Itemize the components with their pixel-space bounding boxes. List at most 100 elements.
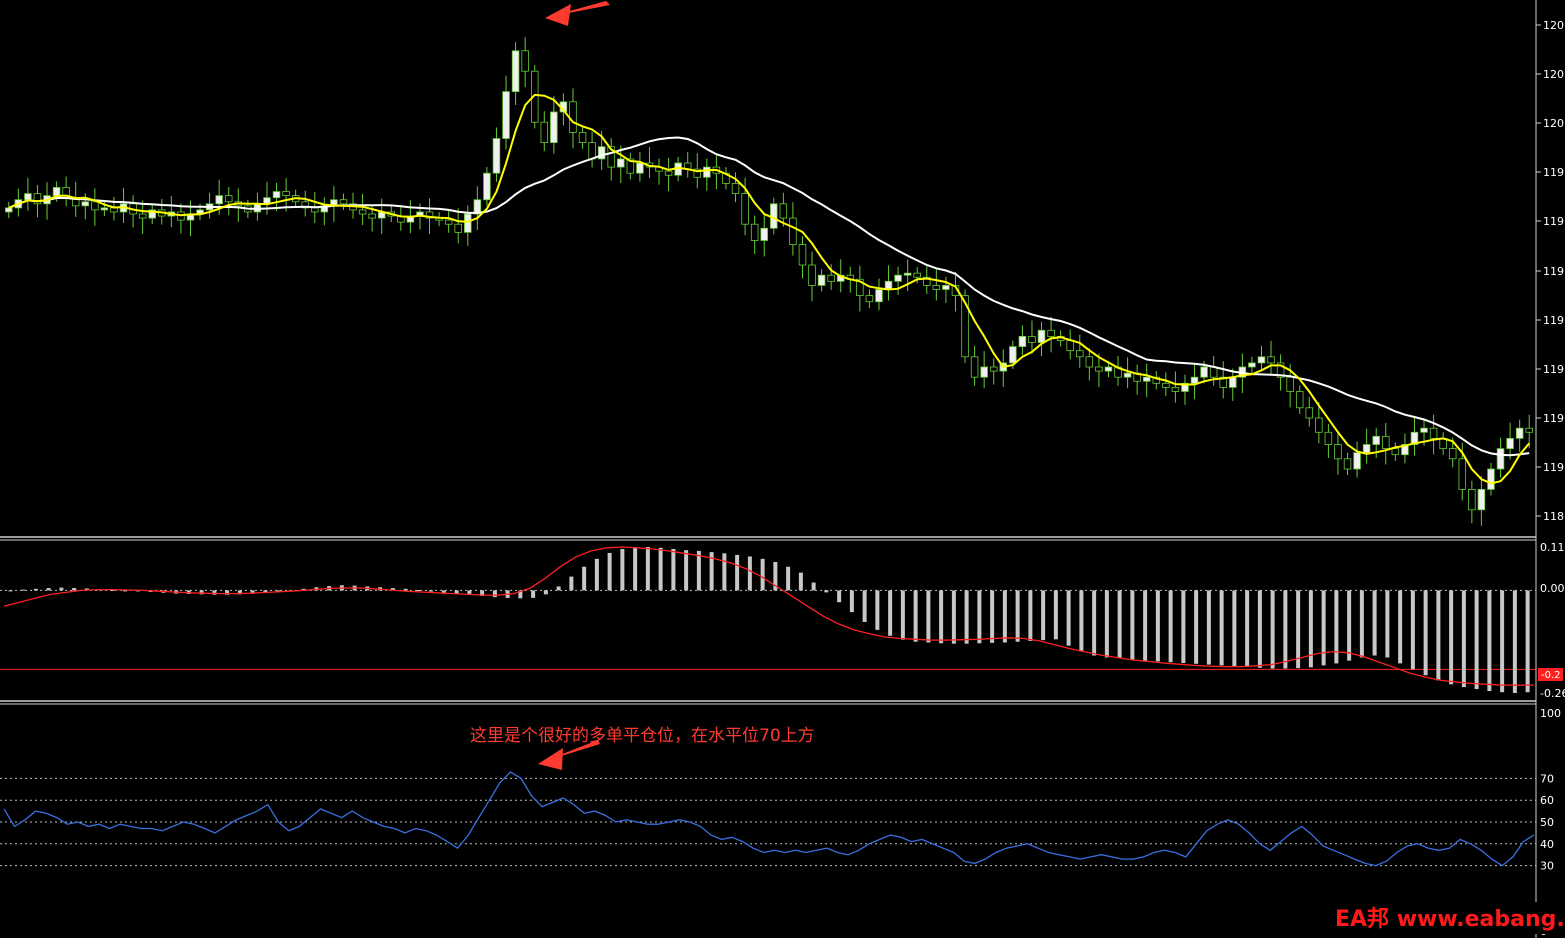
macd-bar — [416, 590, 421, 592]
candle-body — [550, 111, 558, 144]
macd-bar — [1347, 590, 1352, 661]
candle-body — [1458, 458, 1467, 490]
macd-bar — [1385, 590, 1390, 658]
macd-bar — [1219, 590, 1224, 666]
macd-bar — [913, 590, 918, 642]
price-axis-label: 119 — [1543, 166, 1564, 179]
macd-bar — [658, 547, 663, 591]
price-axis-label: 120 — [1543, 19, 1564, 32]
candle-body — [789, 217, 797, 246]
candle-body — [1085, 356, 1094, 368]
macd-bar — [543, 590, 548, 595]
macd-bar — [1041, 590, 1046, 641]
macd-bar — [760, 558, 765, 591]
macd-bar — [1066, 590, 1071, 646]
macd-bar — [620, 548, 625, 591]
macd-bar — [849, 590, 854, 613]
candle-body — [1305, 407, 1314, 419]
macd-bar — [671, 548, 676, 591]
macd-bar — [492, 590, 497, 598]
candle-body — [1248, 362, 1256, 368]
macd-bar — [811, 582, 816, 591]
macd-bar — [900, 590, 905, 640]
candle-body — [1334, 444, 1342, 460]
macd-bar — [1257, 590, 1262, 668]
candle-body — [1171, 386, 1180, 392]
candle-body — [569, 101, 577, 133]
candle-body — [1343, 458, 1352, 470]
price-axis-label: 119 — [1543, 461, 1564, 474]
candle-body — [81, 201, 90, 207]
candle-body — [1324, 431, 1333, 445]
trading-chart: 120 120 120 119 119 119 119 119 119 119 118 0.11 0.… — [0, 0, 1565, 938]
candle-body — [1487, 468, 1495, 490]
candle-body — [1229, 376, 1237, 388]
macd-bar — [1130, 590, 1135, 660]
candle-body — [1267, 356, 1275, 364]
candle-body — [444, 219, 453, 225]
candle-body — [1104, 366, 1113, 372]
candle-body — [865, 295, 874, 303]
candle-body — [1257, 356, 1266, 364]
candle-body — [808, 264, 816, 286]
macd-bar — [1079, 590, 1084, 652]
macd-bar — [633, 547, 638, 591]
candle-body — [1315, 417, 1323, 433]
macd-bar — [977, 590, 982, 644]
macd-bar — [939, 590, 944, 644]
macd-bar — [72, 588, 77, 591]
candle-body — [502, 91, 510, 139]
candle-body — [1018, 335, 1027, 347]
macd-bar — [1206, 590, 1211, 665]
macd-bar — [1423, 590, 1428, 676]
candle-body — [578, 131, 587, 143]
macd-bar — [1512, 590, 1517, 693]
candle-body — [1123, 372, 1132, 378]
candle-body — [1391, 448, 1400, 456]
macd-bar — [1015, 590, 1020, 642]
candle-body — [138, 213, 147, 219]
candle-body — [1009, 346, 1017, 364]
candle-body — [311, 207, 319, 213]
osc-axis-label: 70 — [1540, 772, 1554, 785]
candle-body — [91, 201, 99, 211]
candle-body — [1515, 427, 1524, 439]
macd-bar — [594, 558, 599, 591]
candle-body — [52, 187, 61, 197]
candle-body — [1372, 435, 1380, 445]
candle-body — [741, 193, 749, 225]
candle-body — [282, 191, 290, 197]
macd-bar — [1449, 590, 1454, 685]
candle-body — [875, 289, 883, 303]
macd-bar — [1474, 590, 1479, 690]
macd-bar — [1232, 590, 1237, 667]
macd-bar — [875, 590, 880, 630]
price-axis-label: 119 — [1543, 215, 1564, 228]
candle-body — [1047, 329, 1055, 337]
osc-axis-label: 30 — [1540, 860, 1554, 873]
candle-body — [703, 166, 711, 178]
candle-body — [1066, 340, 1074, 352]
macd-bar — [556, 586, 561, 591]
macd-bar — [1194, 590, 1199, 664]
candle-body — [779, 203, 788, 219]
macd-bar — [1525, 590, 1530, 693]
macd-bar — [990, 590, 995, 643]
candle-body — [464, 213, 472, 233]
macd-bar — [747, 556, 752, 591]
candle-body — [731, 182, 740, 194]
candle-body — [521, 50, 529, 72]
candle-body — [1076, 350, 1084, 358]
candle-body — [1295, 391, 1304, 409]
candle-body — [224, 195, 233, 203]
candle-body — [1468, 488, 1476, 511]
candle-body — [913, 272, 921, 278]
candle-body — [215, 195, 223, 205]
price-axis-label: 120 — [1543, 68, 1564, 81]
candle-body — [1190, 376, 1199, 384]
macd-bar — [1410, 590, 1415, 670]
macd-bar — [645, 547, 650, 591]
candle-body — [798, 244, 807, 266]
macd-bar — [1181, 590, 1186, 664]
osc-axis-label: 100 — [1540, 707, 1561, 720]
